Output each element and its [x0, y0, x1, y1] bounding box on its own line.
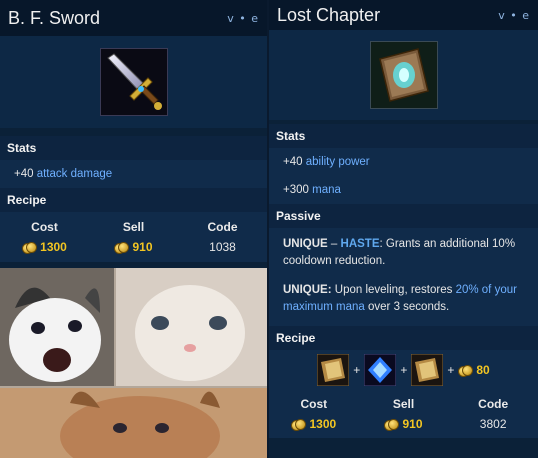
sell-value: 910	[384, 417, 423, 431]
item-image-area	[0, 36, 267, 128]
code-value: 3802	[479, 417, 507, 431]
tome-icon	[369, 41, 438, 109]
crying-cats-image	[0, 268, 267, 458]
haste-link[interactable]: HASTE	[341, 238, 380, 250]
cost-label: Cost	[31, 220, 58, 234]
mana-link[interactable]: mana	[312, 184, 341, 196]
coin-icon	[22, 242, 38, 254]
price-table: Cost Sell Code 1300 910 1038	[0, 212, 267, 262]
title-bar: B. F. Sword v • e	[0, 0, 267, 36]
unique-label: UNIQUE:	[283, 284, 332, 296]
gem-icon[interactable]	[364, 354, 397, 386]
plus-sign: +	[447, 363, 455, 377]
passive-unique-haste: UNIQUE – HASTE: Grants an additional 10%…	[269, 228, 538, 278]
stat-row: +40 ability power	[269, 148, 538, 176]
stats-header: Stats	[269, 124, 538, 148]
attack-damage-link[interactable]: attack damage	[37, 168, 112, 180]
sell-value: 910	[114, 240, 153, 254]
coin-icon	[114, 242, 130, 254]
coin-icon	[291, 419, 307, 431]
price-table: Cost Sell Code 1300 910 3802	[269, 390, 538, 438]
stat-value: +300	[283, 184, 309, 196]
view-edit-links[interactable]: v • e	[227, 12, 259, 25]
stat-row: +40 attack damage	[0, 160, 267, 188]
recipe-components: + + + 80	[269, 350, 538, 390]
cost-label: Cost	[300, 397, 328, 411]
passive-unique-leveling: UNIQUE: Upon leveling, restores 20% of y…	[269, 278, 538, 326]
sell-label: Sell	[122, 220, 145, 234]
unique-label: UNIQUE	[283, 238, 328, 250]
passive-text: over 3 seconds.	[364, 301, 450, 313]
title-bar: Lost Chapter v • e	[269, 0, 538, 30]
item-title: B. F. Sword	[8, 7, 101, 28]
ability-power-link[interactable]: ability power	[306, 156, 370, 168]
recipe-header: Recipe	[0, 188, 267, 212]
view-edit-links[interactable]: v • e	[498, 9, 530, 22]
item-title: Lost Chapter	[277, 4, 381, 25]
code-value: 1038	[209, 240, 236, 254]
cost-value: 1300	[22, 240, 67, 254]
sell-label: Sell	[392, 397, 415, 411]
passive-header: Passive	[269, 204, 538, 228]
lost-chapter-infobox: Lost Chapter v • e Stats +40 ability pow…	[269, 0, 538, 458]
cost-value: 1300	[291, 417, 336, 431]
passive-text: Upon leveling, restores	[331, 284, 456, 296]
plus-sign: +	[353, 363, 361, 377]
stat-value: +40	[14, 168, 34, 180]
stat-value: +40	[283, 156, 303, 168]
tome-icon[interactable]	[317, 354, 350, 386]
sword-icon	[99, 48, 168, 116]
coin-icon	[384, 419, 400, 431]
plus-sign: +	[400, 363, 408, 377]
recipe-header: Recipe	[269, 326, 538, 350]
stat-row: +300 mana	[269, 176, 538, 204]
tome-icon[interactable]	[411, 354, 444, 386]
coin-icon	[458, 365, 474, 377]
code-label: Code	[207, 220, 238, 234]
dash: –	[327, 238, 341, 250]
recipe-gold: 80	[458, 363, 490, 377]
code-label: Code	[478, 397, 509, 411]
item-image-area	[269, 30, 538, 120]
stats-header: Stats	[0, 136, 267, 160]
